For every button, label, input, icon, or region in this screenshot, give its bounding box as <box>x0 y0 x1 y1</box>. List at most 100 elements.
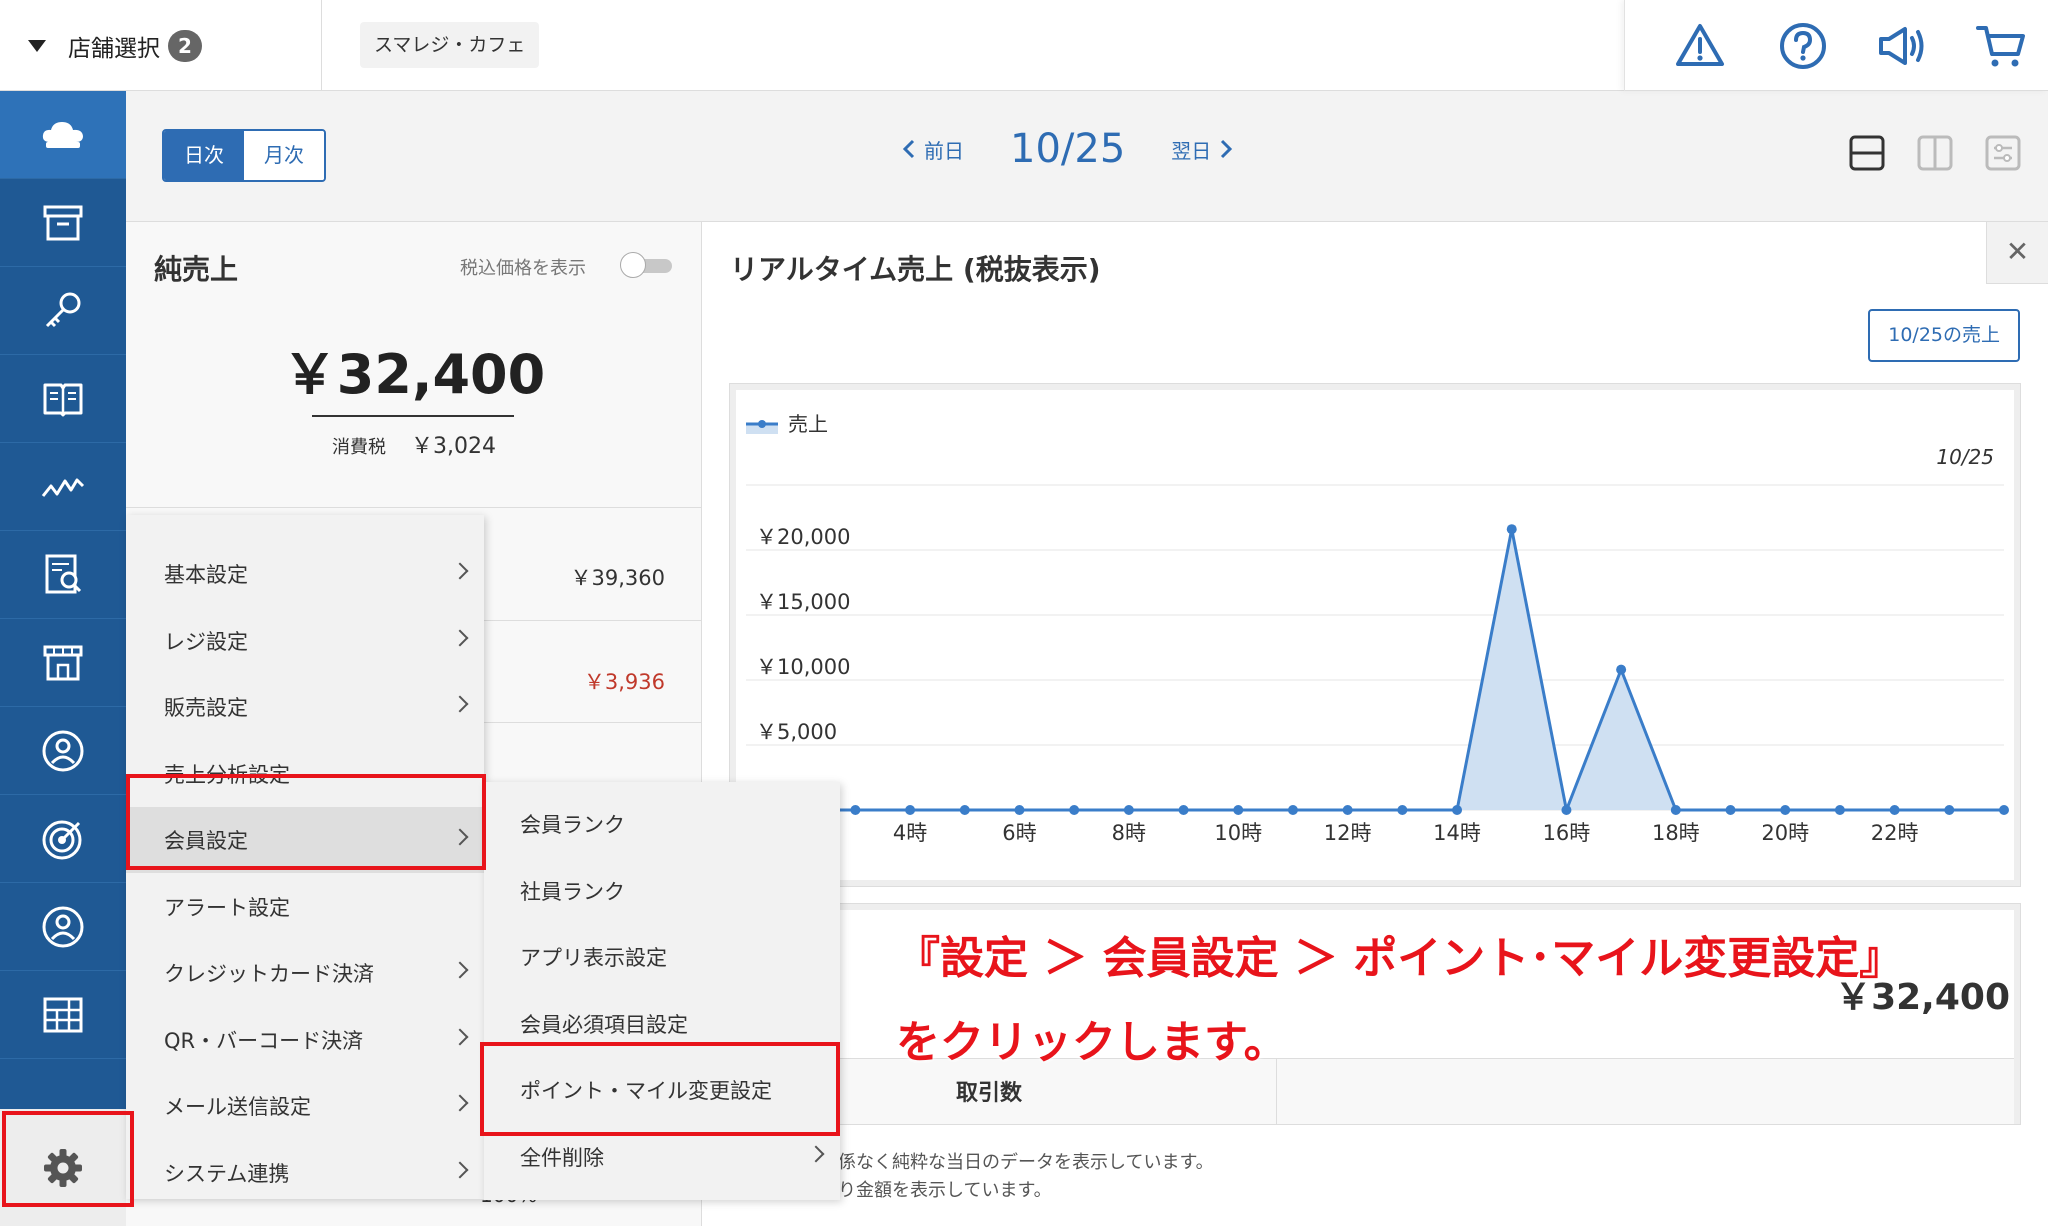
settings-menu-item[interactable]: レジ設定 <box>126 608 484 674</box>
tax-label: 消費税 <box>332 437 386 458</box>
data-point <box>1834 805 1845 815</box>
layout-vertical-icon[interactable] <box>1916 134 1954 172</box>
layout-switcher <box>1848 134 2022 172</box>
store-select-dropdown[interactable]: 店舗選択 2 <box>0 0 322 91</box>
chart-date-label: 10/25 <box>1936 445 1994 469</box>
sidebar-item-staff[interactable] <box>0 883 126 971</box>
data-point <box>1944 805 1955 815</box>
layout-settings-icon[interactable] <box>1984 134 2022 172</box>
analytics-icon <box>41 478 85 497</box>
data-point <box>1452 805 1463 815</box>
current-date: 10/25 <box>1010 126 1126 172</box>
alert-icon[interactable] <box>1674 20 1726 72</box>
sidebar-item-book[interactable] <box>0 355 126 443</box>
settings-menu-item[interactable]: メール送信設定 <box>126 1073 484 1139</box>
data-point <box>1780 805 1791 815</box>
header-icon-group <box>1624 0 2048 91</box>
data-point <box>1342 805 1353 815</box>
x-tick-label: 8時 <box>1112 821 1146 845</box>
instruction-line-2: をクリックします。 <box>896 1017 1288 1068</box>
y-tick-label: ￥5,000 <box>756 720 837 744</box>
x-tick-label: 12時 <box>1324 821 1372 845</box>
row2-value: ￥3,936 <box>583 670 665 694</box>
next-day-button[interactable]: 翌日 <box>1171 135 1235 164</box>
sidebar-item-store[interactable] <box>0 619 126 707</box>
data-point <box>850 805 861 815</box>
x-tick-label: 22時 <box>1871 821 1919 845</box>
settings-menu-item-label: QR・バーコード決済 <box>164 1028 364 1053</box>
data-point <box>1889 805 1900 815</box>
monthly-tab[interactable]: 月次 <box>244 131 324 180</box>
settings-menu-item[interactable]: アラート設定 <box>126 874 484 940</box>
net-sales-title: 純売上 <box>154 253 239 286</box>
footnote-1: 係なく純粋な当日のデータを表示しています。 <box>838 1152 1214 1173</box>
archive-icon <box>43 205 83 240</box>
sidebar-item-home[interactable] <box>0 91 126 179</box>
transaction-count-label: 取引数 <box>956 1081 1023 1106</box>
sidebar-item-grid[interactable] <box>0 971 126 1059</box>
data-point <box>1014 805 1025 815</box>
settings-menu-item[interactable]: システム連携 <box>126 1140 484 1206</box>
settings-menu-item[interactable]: 販売設定 <box>126 674 484 740</box>
chevron-left-icon <box>902 139 915 159</box>
day-sales-button[interactable]: 10/25の売上 <box>1868 309 2020 362</box>
row1-value: ￥39,360 <box>570 566 665 590</box>
toggle-knob <box>620 252 646 278</box>
sidebar-item-analytics[interactable] <box>0 443 126 531</box>
cart-icon[interactable] <box>1975 20 2027 72</box>
data-point <box>1561 805 1572 815</box>
tax-value: ￥3,024 <box>411 434 496 459</box>
member-submenu-item[interactable]: 会員ランク <box>484 791 840 857</box>
settings-menu-item[interactable]: クレジットカード決済 <box>126 940 484 1006</box>
caret-down-icon <box>28 39 46 52</box>
settings-menu-item-label: メール送信設定 <box>164 1095 311 1119</box>
date-navigation: 前日 10/25 翌日 <box>900 126 1235 172</box>
daily-tab[interactable]: 日次 <box>164 131 244 180</box>
close-panel-button[interactable]: ✕ <box>1986 222 2048 284</box>
settings-menu-item-label: 基本設定 <box>164 563 248 587</box>
realtime-sales-title: リアルタイム売上 (税抜表示) <box>730 253 1101 286</box>
megaphone-icon[interactable] <box>1875 20 1927 72</box>
member-submenu-item[interactable]: アプリ表示設定 <box>484 924 840 990</box>
y-tick-label: ￥20,000 <box>756 525 850 549</box>
staff-icon <box>42 906 84 947</box>
instruction-line-1: 『設定 ＞ 会員設定 ＞ ポイント･マイル変更設定』 <box>896 933 1904 984</box>
data-point <box>1616 664 1627 675</box>
data-point <box>1069 805 1080 815</box>
legend-marker <box>758 420 766 428</box>
tax-toggle-label: 税込価格を表示 <box>460 258 586 279</box>
sidebar-item-customer[interactable] <box>0 707 126 795</box>
settings-menu-item-label: システム連携 <box>164 1161 290 1186</box>
footnote-2: り金額を表示しています。 <box>838 1180 1052 1201</box>
x-tick-label: 6時 <box>1002 821 1036 845</box>
store-count-badge: 2 <box>168 29 202 62</box>
section-divider <box>126 507 702 508</box>
x-tick-label: 18時 <box>1652 821 1700 845</box>
sidebar-item-inventory[interactable] <box>0 179 126 267</box>
data-point <box>1670 805 1681 815</box>
chevron-right-icon <box>451 961 469 979</box>
settings-menu-item[interactable]: QR・バーコード決済 <box>126 1007 484 1073</box>
data-point <box>1397 805 1408 815</box>
x-tick-label: 10時 <box>1214 821 1262 845</box>
settings-menu-item-label: 販売設定 <box>164 696 248 720</box>
realtime-sales-panel: リアルタイム売上 (税抜表示) ✕ 10/25の売上 売上 10/25 ￥5,000… <box>702 221 2048 1226</box>
chevron-right-icon <box>451 1161 469 1178</box>
sales-chart-box: 売上10/25￥5,000￥10,000￥15,000￥20,0002時4時6時… <box>729 383 2021 887</box>
sidebar-item-key[interactable] <box>0 267 126 355</box>
help-icon[interactable] <box>1777 20 1829 72</box>
top-bar: 店舗選択 2 スマレジ・カフェ <box>0 0 2048 91</box>
grid-icon <box>43 997 83 1032</box>
sidebar-item-report[interactable] <box>0 531 126 619</box>
data-point <box>1999 805 2009 815</box>
point-setting-highlight-box <box>480 1042 840 1136</box>
settings-menu-item[interactable]: 基本設定 <box>126 541 484 607</box>
member-submenu-item[interactable]: 社員ランク <box>484 858 840 924</box>
tax-toggle-switch[interactable] <box>620 252 674 278</box>
legend-label: 売上 <box>788 412 828 436</box>
layout-horizontal-icon[interactable] <box>1848 134 1886 172</box>
next-day-label: 翌日 <box>1171 138 1212 163</box>
prev-day-button[interactable]: 前日 <box>900 135 964 164</box>
sidebar-item-target[interactable] <box>0 795 126 883</box>
member-settings-highlight-box <box>126 774 486 870</box>
